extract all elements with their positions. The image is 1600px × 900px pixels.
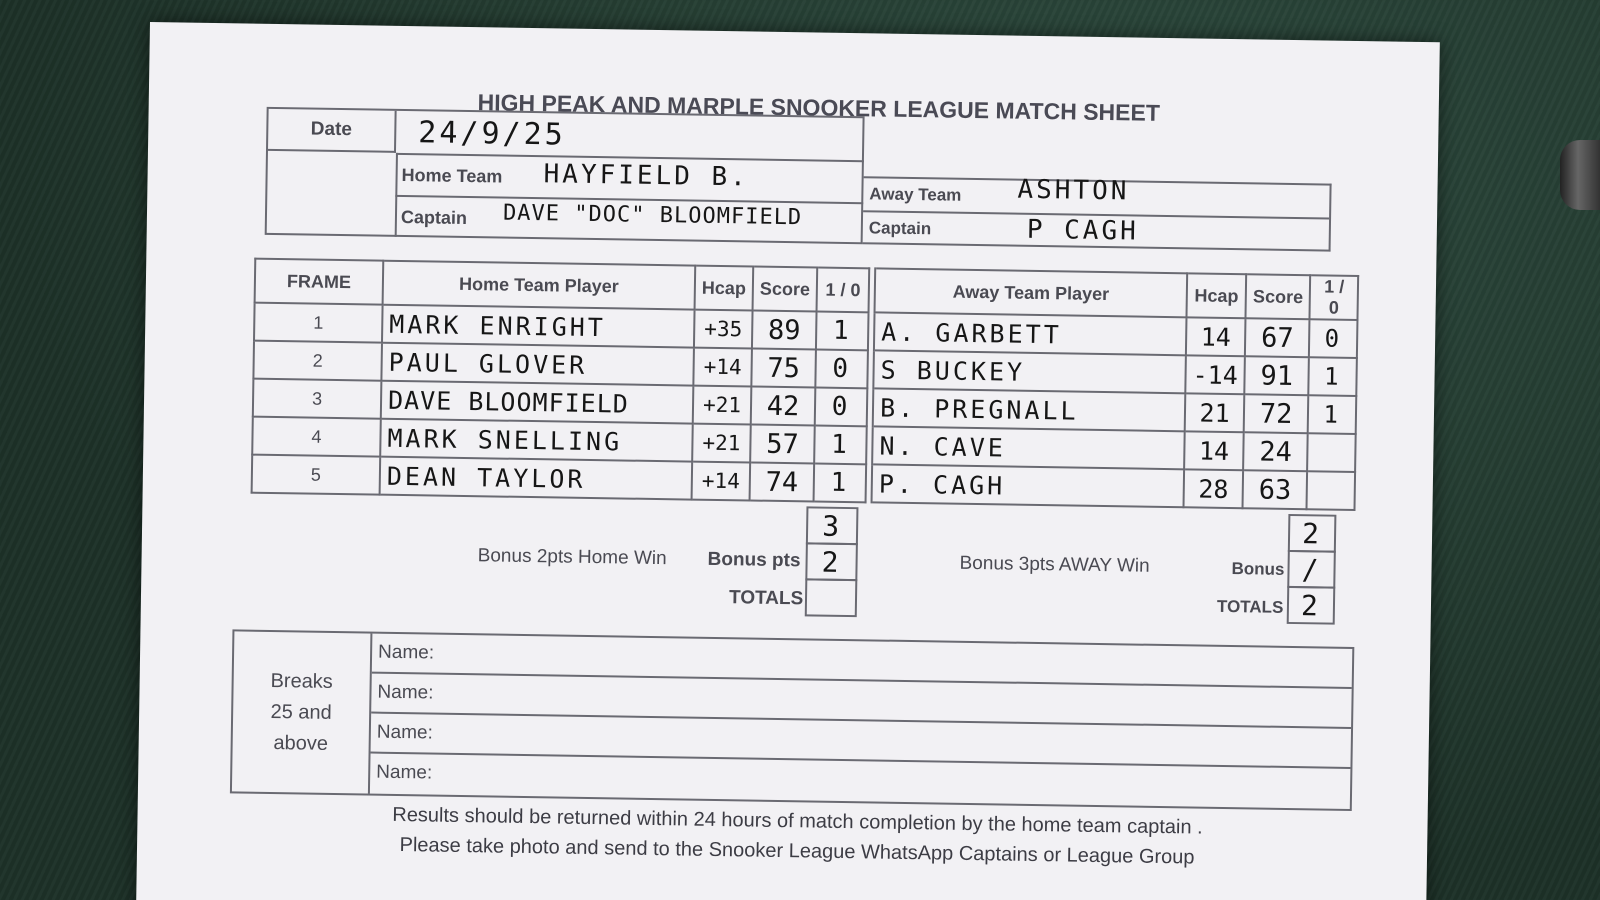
home-bonus-label: Bonus 2pts Home Win <box>477 545 667 570</box>
home-score: 42 <box>750 386 816 426</box>
header-home-box: Date 24/9/25 Home Team HAYFIELD B. Capta… <box>264 106 865 245</box>
away-player: B. PREGNALL <box>872 388 1186 432</box>
away-player: S BUCKEY <box>873 350 1186 394</box>
away-hcap: 21 <box>1184 393 1245 433</box>
col-away-result: 1 / 0 <box>1309 275 1359 321</box>
col-away-score: Score <box>1245 274 1311 320</box>
home-result: 0 <box>814 387 868 427</box>
away-score: 72 <box>1243 394 1309 434</box>
col-score: Score <box>752 266 818 312</box>
away-score: 67 <box>1245 318 1310 358</box>
home-team-value: HAYFIELD B. <box>543 159 750 193</box>
frame-number: 2 <box>253 340 382 381</box>
away-result <box>1307 433 1356 472</box>
away-score: 63 <box>1242 470 1308 510</box>
col-hcap: Hcap <box>694 265 754 311</box>
match-sheet: HIGH PEAK AND MARPLE SNOOKER LEAGUE MATC… <box>135 22 1440 900</box>
home-captain-label: Captain <box>400 206 468 229</box>
col-home-player: Home Team Player <box>382 260 696 310</box>
home-player: MARK ENRIGHT <box>381 304 695 348</box>
away-totals-label: TOTALS <box>1216 596 1284 617</box>
away-totals-value: 2 <box>1286 585 1336 625</box>
home-captain-value: DAVE "DOC" BLOOMFIELD <box>502 200 803 231</box>
col-frame: FRAME <box>254 258 384 305</box>
col-away-player: Away Team Player <box>874 268 1188 318</box>
home-frames-total: 3 <box>805 506 859 546</box>
away-result: 1 <box>1308 357 1358 396</box>
home-result: 1 <box>815 311 869 351</box>
breaks-label: Breaks 25 and above <box>231 631 373 794</box>
frame-number: 4 <box>252 416 381 457</box>
away-team-label: Away Team <box>869 184 962 205</box>
home-totals-label: TOTALS <box>728 587 804 610</box>
away-player: A. GARBETT <box>873 312 1187 356</box>
home-bonus-pts-label: Bonus pts <box>707 548 801 572</box>
away-frames-total: 2 <box>1287 513 1337 553</box>
frames-table: FRAME Home Team Player Hcap Score 1 / 0 … <box>251 258 1360 511</box>
away-player: P. CAGH <box>871 464 1185 508</box>
away-bonus-label: Bonus 3pts AWAY Win <box>959 552 1150 577</box>
home-player: PAUL GLOVER <box>381 342 694 386</box>
header-away-box: Away Team ASHTON Captain P CAGH <box>862 174 1332 252</box>
metal-fitting <box>1560 140 1600 210</box>
frame-number: 5 <box>251 454 381 495</box>
date-value: 24/9/25 <box>418 115 566 153</box>
away-captain-value: P CAGH <box>1026 214 1139 247</box>
home-hcap: +14 <box>693 347 752 387</box>
away-player: N. CAVE <box>872 426 1185 470</box>
home-score: 57 <box>750 424 815 464</box>
home-result: 0 <box>815 349 868 389</box>
home-totals-value <box>804 578 858 618</box>
home-hcap: +21 <box>692 423 751 463</box>
frame-number: 1 <box>254 302 383 343</box>
home-player: DEAN TAYLOR <box>379 456 693 500</box>
col-away-hcap: Hcap <box>1186 273 1247 319</box>
away-result: 0 <box>1309 319 1358 359</box>
away-captain-label: Captain <box>868 218 932 239</box>
home-team-label: Home Team <box>401 164 503 187</box>
away-result <box>1306 471 1356 510</box>
home-score: 89 <box>751 310 817 350</box>
away-team-value: ASHTON <box>1017 174 1130 207</box>
home-player: DAVE BLOOMFIELD <box>380 380 694 424</box>
home-score: 75 <box>751 348 816 388</box>
away-hcap: 14 <box>1185 317 1246 357</box>
away-score: 24 <box>1243 432 1308 472</box>
frame-number: 3 <box>252 378 382 419</box>
col-result: 1 / 0 <box>816 267 870 313</box>
home-result: 1 <box>814 425 867 465</box>
away-result: 1 <box>1307 395 1357 434</box>
away-hcap: 28 <box>1183 469 1244 509</box>
date-label: Date <box>267 108 397 153</box>
away-hcap: 14 <box>1184 431 1244 471</box>
home-hcap: +35 <box>693 309 753 349</box>
home-hcap: +21 <box>692 385 752 425</box>
away-bonus-pts-label: Bonus <box>1231 559 1285 579</box>
away-hcap: -14 <box>1185 355 1246 395</box>
breaks-section: Breaks 25 and above Name: Name: Name: Na… <box>229 629 1355 811</box>
home-result: 1 <box>813 463 867 503</box>
home-score: 74 <box>749 462 815 502</box>
home-player: MARK SNELLING <box>380 418 693 462</box>
away-score: 91 <box>1244 356 1310 396</box>
away-bonus-value: / <box>1287 549 1336 589</box>
home-hcap: +14 <box>691 461 751 501</box>
home-bonus-value: 2 <box>805 542 858 582</box>
